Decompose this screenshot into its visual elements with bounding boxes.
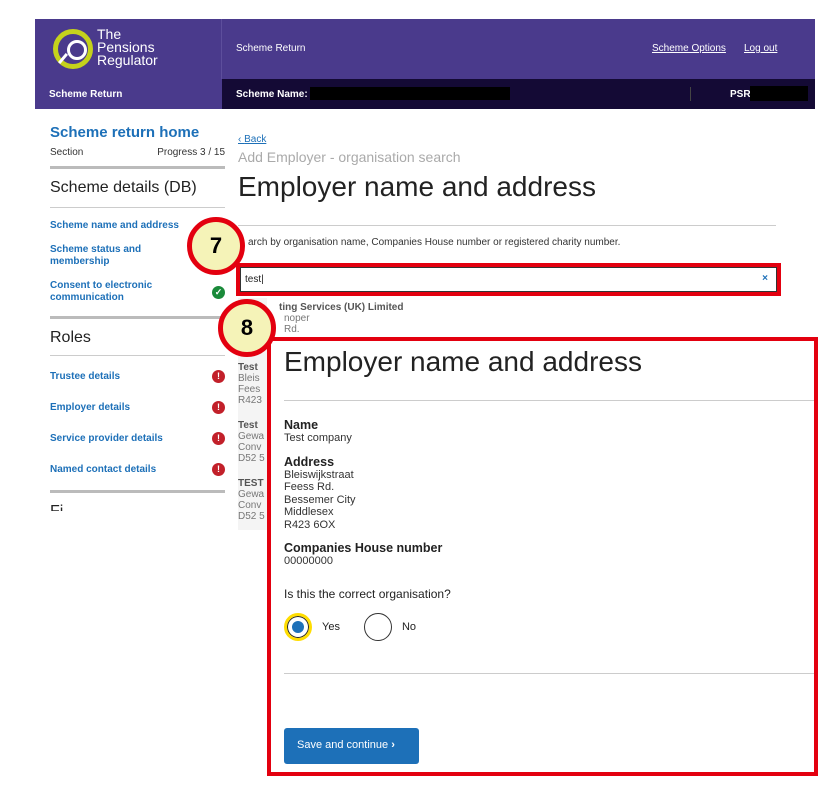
clear-icon[interactable]: × — [762, 273, 768, 284]
section-heading: Scheme details (DB) — [50, 179, 197, 196]
section-heading: Roles — [50, 329, 91, 346]
step-marker-7: 7 — [187, 217, 245, 275]
chevron-right-icon: › — [391, 739, 395, 751]
search-hint: arch by organisation name, Companies Hou… — [248, 237, 621, 248]
scheme-name-label: Scheme Name: — [236, 89, 308, 100]
yes-radio[interactable] — [284, 612, 312, 641]
log-out-link[interactable]: Log out — [744, 43, 777, 54]
sidebar-item-scheme-status[interactable]: Scheme status and membership — [50, 244, 160, 268]
redacted-psr — [750, 86, 808, 101]
check-icon: ✓ — [212, 285, 225, 299]
sidebar-item-service-provider[interactable]: Service provider details! — [50, 432, 225, 445]
logo-text: Regulator — [97, 52, 158, 68]
overlay-title: Employer name and address — [284, 346, 642, 377]
tpr-logo[interactable]: The Pensions Regulator — [35, 19, 222, 79]
step-marker-8: 8 — [218, 299, 276, 357]
error-icon: ! — [212, 463, 225, 476]
name-value: Test company — [284, 432, 352, 444]
page-caption: Add Employer - organisation search — [238, 149, 461, 165]
sidebar-item-trustee[interactable]: Trustee details! — [50, 370, 225, 383]
organisation-search-input[interactable]: test| × — [240, 267, 777, 292]
no-radio[interactable] — [363, 612, 392, 641]
no-label: No — [401, 620, 417, 633]
companies-house-label: Companies House number — [284, 541, 443, 555]
employer-confirmation: Employer name and address Name Test comp… — [284, 346, 814, 674]
name-label: Name — [284, 418, 319, 432]
address-label: Address — [284, 454, 335, 469]
yes-label: Yes — [322, 620, 340, 633]
list-item[interactable]: ting Services (UK) Limited noper Rd. — [279, 302, 403, 335]
progress-label: Progress 3 / 15 — [157, 147, 225, 158]
save-and-continue-button[interactable]: Save and continue › — [284, 728, 419, 764]
sidebar-item-consent[interactable]: Consent to electronic communication ✓ — [50, 280, 225, 304]
scheme-return-label: Scheme Return — [35, 79, 222, 109]
page-title: Employer name and address — [238, 171, 596, 202]
address-value: Bleiswijkstraat Feess Rd. Bessemer City Mid… — [284, 468, 356, 531]
list-item[interactable]: TEST Gewa Conv D52 5 — [238, 478, 266, 522]
sidebar-item-employer[interactable]: Employer details! — [50, 401, 225, 414]
list-item[interactable]: Test Gewa Conv D52 5 — [238, 420, 266, 464]
site-header: The Pensions Regulator Scheme Return Schem… — [35, 19, 815, 79]
companies-house-value: 00000000 — [284, 555, 333, 567]
error-icon: ! — [212, 401, 225, 414]
sidebar: Scheme return home Section Progress 3 / 1… — [50, 124, 225, 511]
redacted-scheme-name — [310, 87, 510, 100]
section-heading: Fi — [50, 503, 225, 511]
list-item[interactable]: Test Bleis Fees R423 — [238, 362, 266, 406]
scheme-bar: Scheme Return Scheme Name: PSR: — [35, 79, 815, 109]
section-label: Section — [50, 147, 84, 158]
service-title: Scheme Return — [236, 43, 306, 54]
scheme-return-home-link[interactable]: Scheme return home — [50, 124, 225, 141]
error-icon: ! — [212, 432, 225, 445]
scheme-options-link[interactable]: Scheme Options — [652, 43, 726, 54]
main-content: ‹ Back Add Employer - organisation searc… — [238, 134, 778, 248]
error-icon: ! — [212, 370, 225, 383]
question-label: Is this the correct organisation? — [284, 586, 451, 601]
sidebar-item-named-contact[interactable]: Named contact details! — [50, 463, 225, 476]
back-link[interactable]: ‹ Back — [238, 134, 778, 145]
